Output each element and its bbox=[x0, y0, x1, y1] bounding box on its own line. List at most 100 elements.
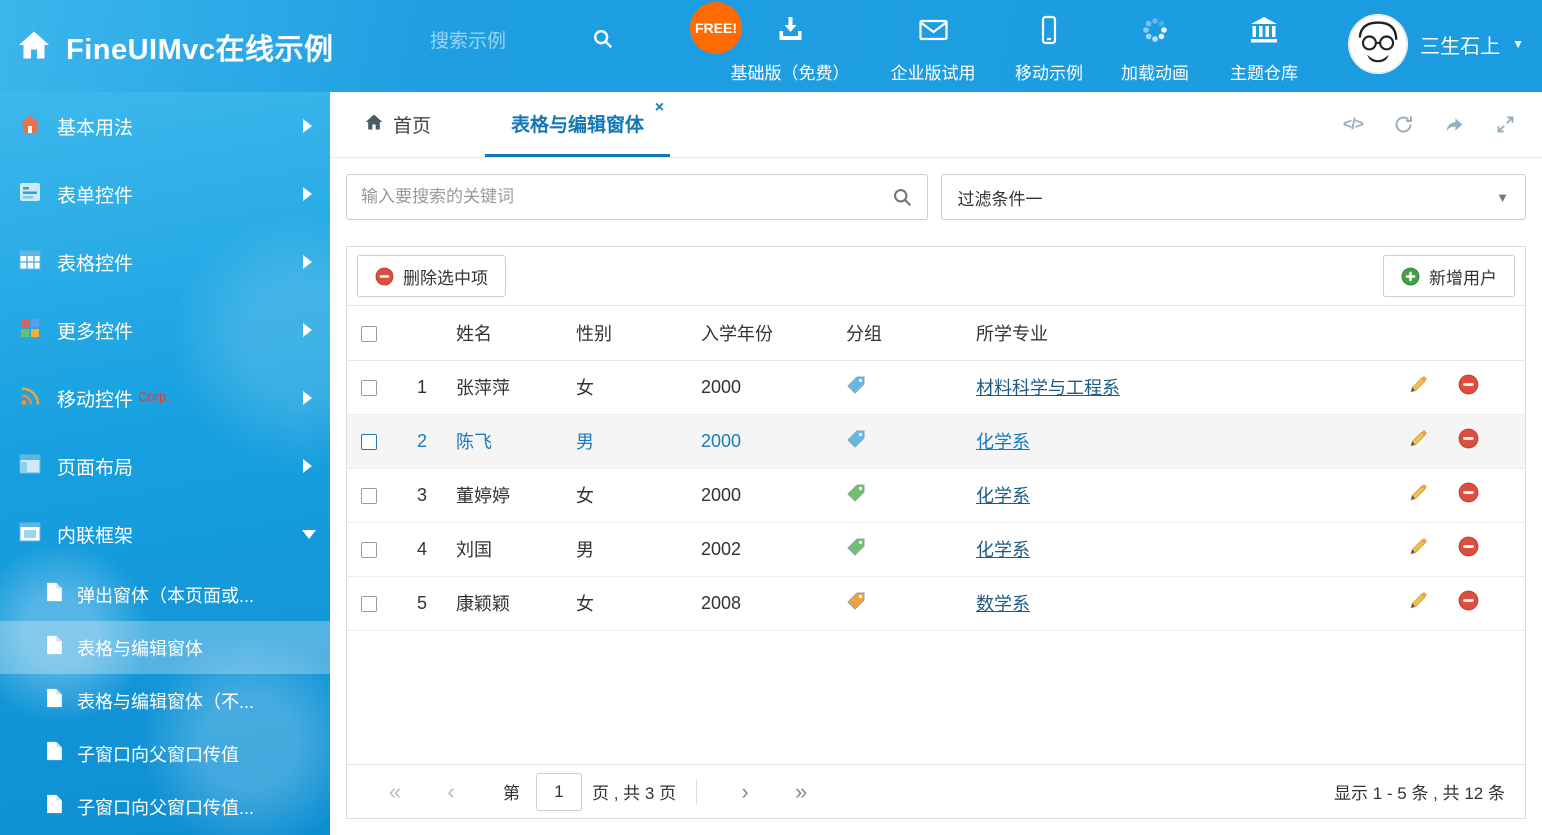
avatar bbox=[1348, 14, 1408, 74]
edit-icon[interactable] bbox=[1408, 590, 1429, 611]
record-summary: 显示 1 - 5 条 , 共 12 条 bbox=[1334, 779, 1505, 804]
nav-item-theme-repo[interactable]: 主题仓库 bbox=[1230, 14, 1298, 84]
page-total-label: 页 , 共 3 页 bbox=[592, 779, 676, 804]
filter-dropdown[interactable]: 过滤条件一 ▼ bbox=[941, 174, 1527, 220]
nav-item-enterprise-trial[interactable]: 企业版试用 bbox=[891, 14, 976, 84]
sidebar: 基本用法 表单控件 表格控件 更多控件 移动控件 Corp. 页面布局 bbox=[0, 92, 330, 835]
edit-icon[interactable] bbox=[1408, 536, 1429, 557]
sidebar-subitem-child-to-parent-2[interactable]: 子窗口向父窗口传值... bbox=[0, 780, 330, 833]
header-search bbox=[430, 28, 640, 55]
edit-icon[interactable] bbox=[1408, 374, 1429, 395]
row-checkbox[interactable] bbox=[361, 596, 377, 612]
app-logo[interactable]: FineUIMvc在线示例 bbox=[16, 26, 334, 68]
nav-item-loading-animation[interactable]: 加载动画 bbox=[1121, 14, 1189, 84]
major-link[interactable]: 化学系 bbox=[976, 432, 1030, 452]
cell-name: 刘国 bbox=[452, 522, 572, 576]
column-header-year[interactable]: 入学年份 bbox=[697, 306, 842, 360]
sidebar-item-form-controls[interactable]: 表单控件 bbox=[0, 160, 330, 228]
next-page-icon[interactable]: › bbox=[717, 779, 773, 805]
tab-grid-edit-window[interactable]: 表格与编辑窗体 × bbox=[485, 92, 670, 157]
column-header-name[interactable]: 姓名 bbox=[452, 306, 572, 360]
header-search-input[interactable] bbox=[430, 31, 580, 53]
prev-page-icon[interactable]: ‹ bbox=[423, 779, 479, 805]
major-link[interactable]: 化学系 bbox=[976, 540, 1030, 560]
search-icon[interactable] bbox=[892, 187, 913, 208]
nav-item-mobile-demo[interactable]: 移动示例 bbox=[1015, 14, 1083, 84]
table-row[interactable]: 5 康颖颖 女 2008 数学系 bbox=[347, 576, 1525, 630]
delete-selected-button[interactable]: 删除选中项 bbox=[357, 255, 506, 297]
tab-bar: 首页 表格与编辑窗体 × </> bbox=[330, 92, 1542, 158]
edit-icon[interactable] bbox=[1408, 482, 1429, 503]
row-checkbox[interactable] bbox=[361, 488, 377, 504]
delete-row-icon[interactable] bbox=[1458, 482, 1479, 503]
chevron-right-icon bbox=[303, 391, 312, 405]
users-table: 姓名 性别 入学年份 分组 所学专业 1 张萍萍 女 2000 bbox=[347, 306, 1525, 631]
delete-row-icon[interactable] bbox=[1458, 590, 1479, 611]
row-checkbox[interactable] bbox=[361, 434, 377, 450]
page-number-input[interactable] bbox=[536, 773, 582, 811]
tag-icon[interactable] bbox=[846, 591, 866, 611]
table-row[interactable]: 4 刘国 男 2002 化学系 bbox=[347, 522, 1525, 576]
sidebar-subitem-child-to-parent[interactable]: 子窗口向父窗口传值 bbox=[0, 727, 330, 780]
sidebar-item-mobile-controls[interactable]: 移动控件 Corp. bbox=[0, 364, 330, 432]
fullscreen-icon[interactable] bbox=[1495, 114, 1516, 135]
cell-year: 2000 bbox=[697, 360, 842, 414]
cell-name: 陈飞 bbox=[452, 414, 572, 468]
column-header-actions bbox=[1365, 306, 1525, 360]
major-link[interactable]: 数学系 bbox=[976, 594, 1030, 614]
user-menu[interactable]: 三生石上 ▼ bbox=[1348, 14, 1524, 74]
table-row[interactable]: 2 陈飞 男 2000 化学系 bbox=[347, 414, 1525, 468]
sidebar-item-iframe[interactable]: 内联框架 bbox=[0, 500, 330, 568]
frame-icon bbox=[18, 520, 57, 549]
cell-gender: 男 bbox=[572, 414, 697, 468]
code-icon[interactable]: </> bbox=[1343, 116, 1363, 134]
refresh-icon[interactable] bbox=[1393, 114, 1414, 135]
column-header-major[interactable]: 所学专业 bbox=[972, 306, 1365, 360]
keyword-search-input[interactable] bbox=[361, 187, 892, 207]
row-number: 2 bbox=[397, 414, 452, 468]
tag-icon[interactable] bbox=[846, 483, 866, 503]
sidebar-subitem-grid-edit-window[interactable]: 表格与编辑窗体 bbox=[0, 621, 330, 674]
close-icon[interactable]: × bbox=[655, 100, 664, 116]
nav-item-basic-free[interactable]: 基础版（免费） bbox=[731, 14, 850, 84]
row-checkbox[interactable] bbox=[361, 542, 377, 558]
sidebar-subitem-popup-window[interactable]: 弹出窗体（本页面或... bbox=[0, 568, 330, 621]
cell-name: 康颖颖 bbox=[452, 576, 572, 630]
cell-gender: 男 bbox=[572, 522, 697, 576]
forward-icon[interactable] bbox=[1444, 114, 1465, 135]
select-all-checkbox[interactable] bbox=[361, 326, 377, 342]
tag-icon[interactable] bbox=[846, 537, 866, 557]
delete-row-icon[interactable] bbox=[1458, 374, 1479, 395]
file-icon bbox=[45, 740, 77, 767]
delete-row-icon[interactable] bbox=[1458, 428, 1479, 449]
last-page-icon[interactable]: » bbox=[773, 779, 829, 805]
major-link[interactable]: 化学系 bbox=[976, 486, 1030, 506]
search-icon[interactable] bbox=[592, 28, 614, 55]
table-row[interactable]: 3 董婷婷 女 2000 化学系 bbox=[347, 468, 1525, 522]
tab-home[interactable]: 首页 bbox=[344, 92, 451, 157]
keyword-search-box bbox=[346, 174, 928, 220]
sidebar-subitem-grid-edit-window-2[interactable]: 表格与编辑窗体（不... bbox=[0, 674, 330, 727]
column-header-gender[interactable]: 性别 bbox=[572, 306, 697, 360]
delete-row-icon[interactable] bbox=[1458, 536, 1479, 557]
sidebar-item-page-layout[interactable]: 页面布局 bbox=[0, 432, 330, 500]
blocks-icon bbox=[18, 316, 57, 345]
column-header-group[interactable]: 分组 bbox=[842, 306, 972, 360]
chevron-right-icon bbox=[303, 187, 312, 201]
sidebar-item-grid-controls[interactable]: 表格控件 bbox=[0, 228, 330, 296]
page-content: 过滤条件一 ▼ 删除选中项 新增用户 bbox=[330, 158, 1542, 835]
table-icon bbox=[18, 248, 57, 277]
edit-icon[interactable] bbox=[1408, 428, 1429, 449]
layout-icon bbox=[18, 452, 57, 481]
tag-icon[interactable] bbox=[846, 429, 866, 449]
row-checkbox[interactable] bbox=[361, 380, 377, 396]
column-header-index bbox=[397, 306, 452, 360]
bank-icon bbox=[1248, 14, 1280, 51]
tag-icon[interactable] bbox=[846, 375, 866, 395]
sidebar-item-basic-usage[interactable]: 基本用法 bbox=[0, 92, 330, 160]
add-user-button[interactable]: 新增用户 bbox=[1383, 255, 1515, 297]
first-page-icon[interactable]: « bbox=[367, 779, 423, 805]
major-link[interactable]: 材料科学与工程系 bbox=[976, 378, 1120, 398]
table-row[interactable]: 1 张萍萍 女 2000 材料科学与工程系 bbox=[347, 360, 1525, 414]
sidebar-item-more-controls[interactable]: 更多控件 bbox=[0, 296, 330, 364]
